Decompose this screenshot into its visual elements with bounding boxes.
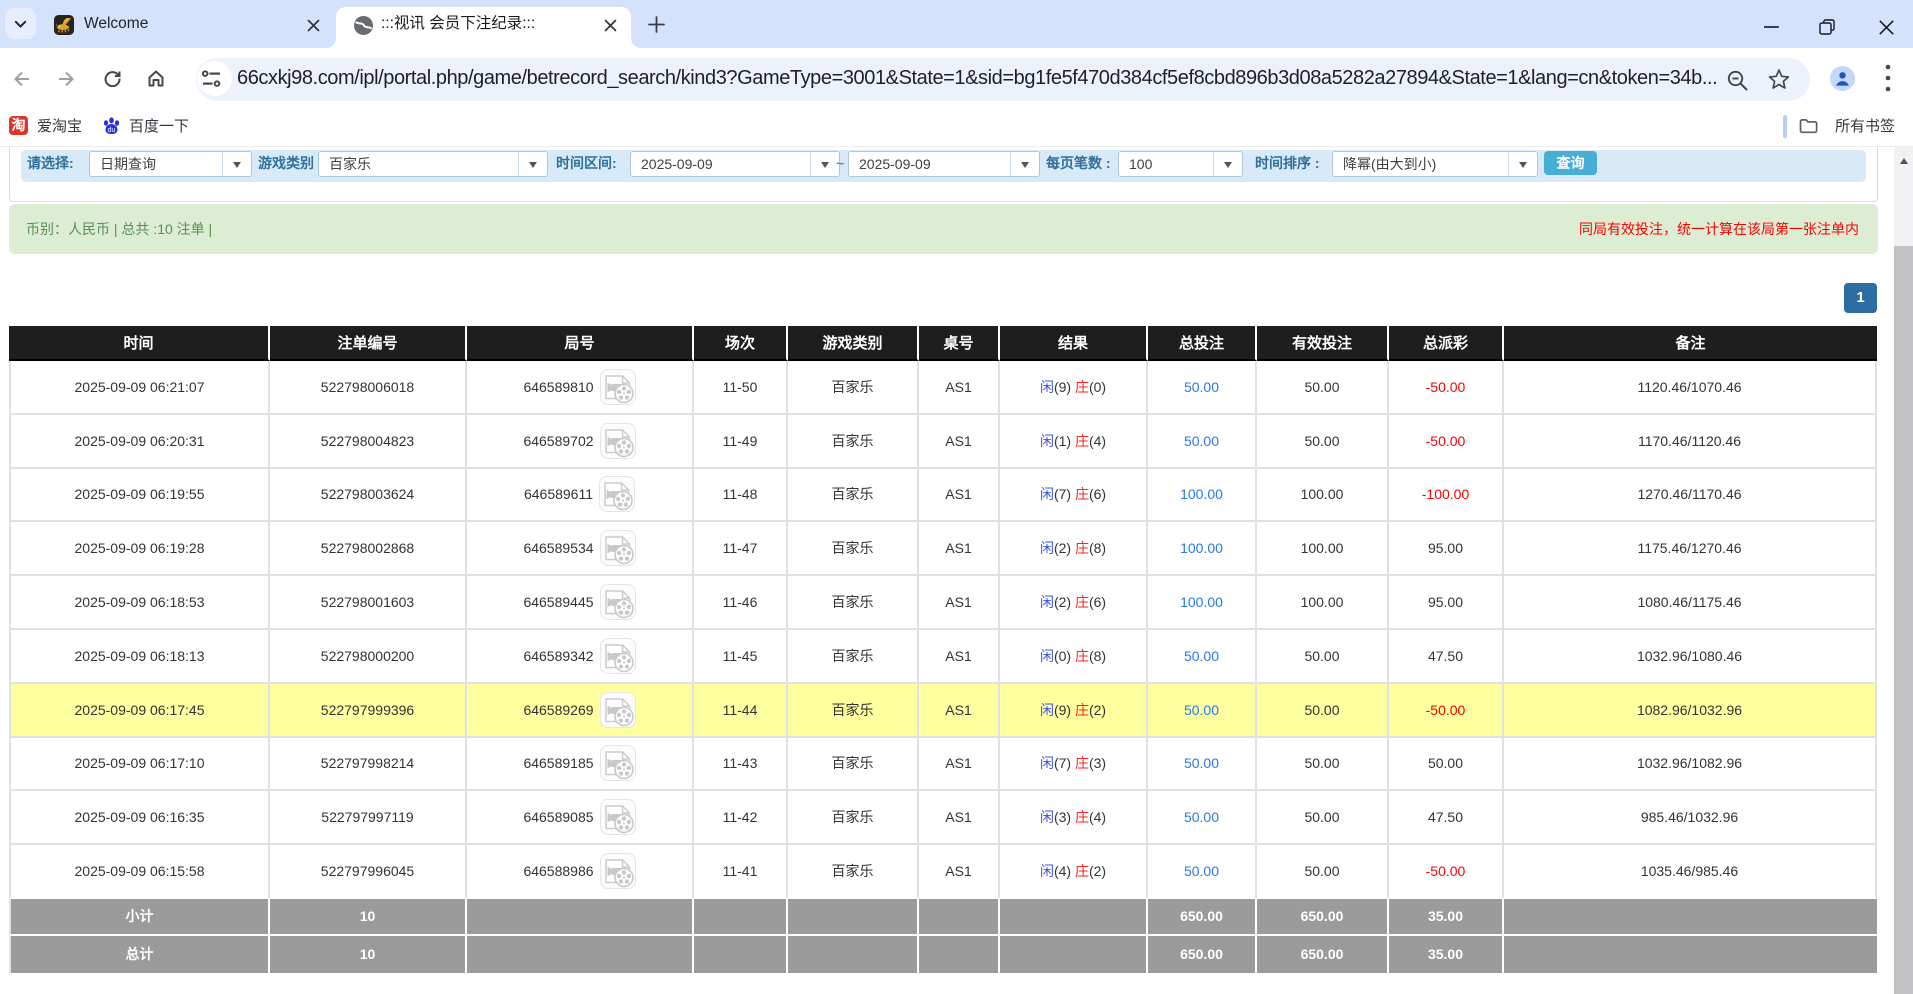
svg-text:du: du [108, 127, 116, 134]
